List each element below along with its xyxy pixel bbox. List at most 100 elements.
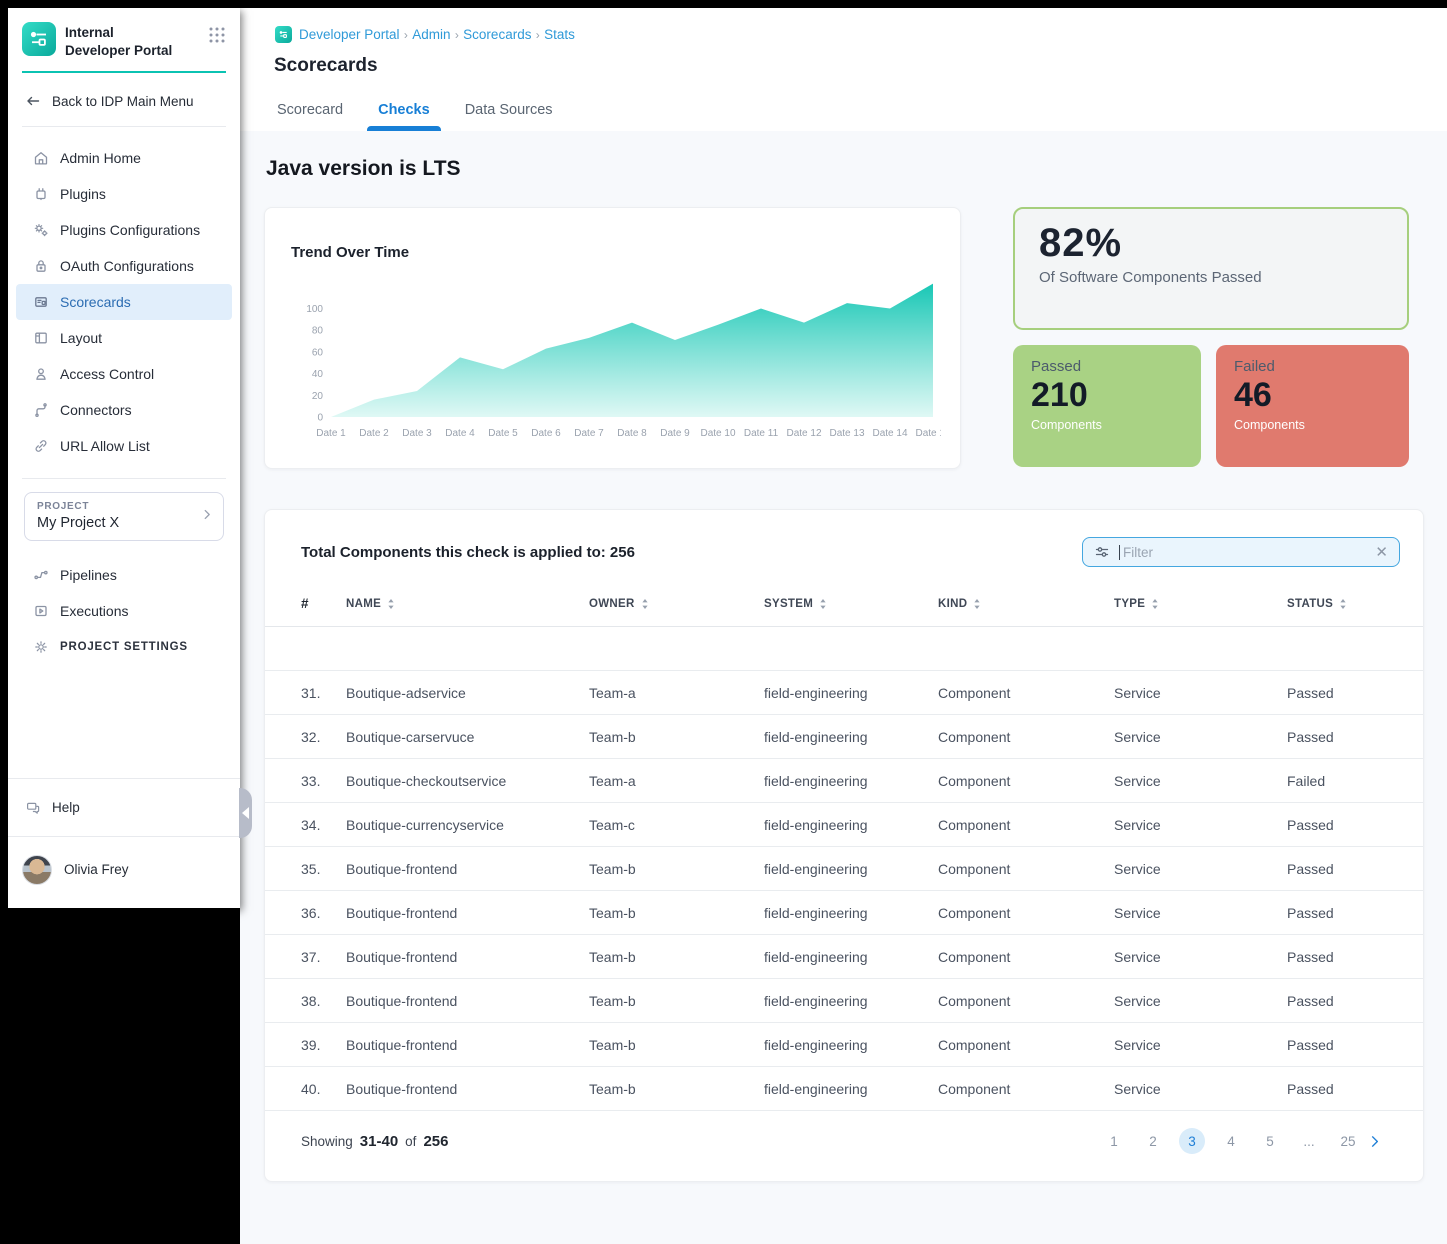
page-number[interactable]: 3 [1179,1128,1205,1154]
table-row[interactable]: 31. Boutique-adservice Team-a field-engi… [265,671,1423,715]
svg-text:60: 60 [312,347,324,358]
column-header-number[interactable]: # [301,596,346,611]
main-header: Developer Portal › Admin › Scorecards › … [240,8,1447,131]
svg-text:Date 3: Date 3 [402,428,432,439]
cell-name: Boutique-frontend [346,949,589,965]
clear-filter-icon[interactable]: ✕ [1375,545,1388,560]
sidebar-item-label: URL Allow List [60,438,150,454]
table-row[interactable] [265,627,1423,671]
sidebar-item-connectors[interactable]: Connectors [16,392,232,428]
sidebar-item-plugins-configurations[interactable]: Plugins Configurations [16,212,232,248]
cell-status: Passed [1287,993,1387,1009]
project-label: PROJECT [37,501,197,512]
column-header-status[interactable]: STATUS [1287,598,1387,610]
sidebar-item-access-control[interactable]: Access Control [16,356,232,392]
summary-cards-row: Trend Over Time 020406080100Date 1Date 2… [264,207,1447,469]
gear-icon [33,639,49,655]
cell-owner: Team-c [589,817,764,833]
svg-text:Date 6: Date 6 [531,428,561,439]
project-menu: Pipelines Executions PROJECT SETTINGS [8,541,240,665]
column-header-kind[interactable]: KIND [938,598,1114,610]
app-grid-menu-icon[interactable] [208,22,226,49]
table-row[interactable]: 34. Boutique-currencyservice Team-c fiel… [265,803,1423,847]
tab-bar: Scorecard Checks Data Sources [277,102,553,131]
developer-portal-logo-icon [275,26,292,43]
sidebar-item-label: PROJECT SETTINGS [60,641,188,653]
column-header-owner[interactable]: OWNER [589,598,764,610]
sidebar-item-label: Executions [60,603,128,619]
sidebar-item-url-allow-list[interactable]: URL Allow List [16,428,232,464]
sidebar-item-plugins[interactable]: Plugins [16,176,232,212]
user-menu[interactable]: Olivia Frey [8,836,240,908]
table-row[interactable]: 39. Boutique-frontend Team-b field-engin… [265,1023,1423,1067]
sidebar-bottom: Help Olivia Frey [8,778,240,908]
page-number[interactable]: 1 [1101,1128,1127,1154]
filter-input[interactable]: Filter ✕ [1082,537,1400,567]
sidebar-item-label: Connectors [60,402,132,418]
table-row[interactable]: 38. Boutique-frontend Team-b field-engin… [265,979,1423,1023]
sort-icon [1151,598,1159,610]
page-number[interactable]: 4 [1218,1128,1244,1154]
column-header-type[interactable]: TYPE [1114,598,1287,610]
cell-system: field-engineering [764,1081,938,1097]
cell-system: field-engineering [764,993,938,1009]
table-row[interactable]: 33. Boutique-checkoutservice Team-a fiel… [265,759,1423,803]
cell-status: Passed [1287,1081,1387,1097]
table-row[interactable]: 37. Boutique-frontend Team-b field-engin… [265,935,1423,979]
sidebar-collapse-handle[interactable] [239,788,252,838]
next-page-icon[interactable] [1361,1128,1387,1154]
svg-text:20: 20 [312,391,324,402]
breadcrumb-link[interactable]: Developer Portal [299,27,400,42]
cell-owner: Team-b [589,949,764,965]
app-title: Internal Developer Portal [65,22,172,59]
svg-text:Date 8: Date 8 [617,428,647,439]
column-header-name[interactable]: NAME [346,598,589,610]
sidebar-item-oauth-configurations[interactable]: OAuth Configurations [16,248,232,284]
breadcrumb-link[interactable]: Stats [544,27,575,42]
breadcrumb-link[interactable]: Admin [412,27,450,42]
cell-owner: Team-b [589,729,764,745]
svg-text:100: 100 [306,304,323,315]
cell-number: 40. [301,1081,346,1097]
tab-data-sources[interactable]: Data Sources [465,102,553,131]
sidebar-item-admin-home[interactable]: Admin Home [16,140,232,176]
sidebar-item-layout[interactable]: Layout [16,320,232,356]
chevron-right-icon [200,507,214,526]
cell-kind: Component [938,993,1114,1009]
cell-type: Service [1114,685,1287,701]
breadcrumb-separator: › [531,28,544,42]
svg-text:80: 80 [312,326,324,337]
page-number[interactable]: 5 [1257,1128,1283,1154]
sort-icon [973,598,981,610]
cell-number: 33. [301,773,346,789]
table-row[interactable]: 36. Boutique-frontend Team-b field-engin… [265,891,1423,935]
cell-owner: Team-a [589,685,764,701]
sidebar-item-label: Access Control [60,366,154,382]
svg-text:Date 5: Date 5 [488,428,518,439]
help-button[interactable]: Help [8,778,240,836]
sidebar-item-pipelines[interactable]: Pipelines [16,557,232,593]
table-row[interactable]: 35. Boutique-frontend Team-b field-engin… [265,847,1423,891]
sidebar-logo-row: Internal Developer Portal [8,8,240,67]
tab-scorecard[interactable]: Scorecard [277,102,343,131]
page-title: Scorecards [274,55,378,77]
breadcrumb-link[interactable]: Scorecards [463,27,531,42]
project-selector[interactable]: PROJECT My Project X [24,492,224,541]
back-to-idp-menu[interactable]: Back to IDP Main Menu [8,73,240,126]
table-row[interactable]: 40. Boutique-frontend Team-b field-engin… [265,1067,1423,1111]
column-header-system[interactable]: SYSTEM [764,598,938,610]
sidebar-item-scorecards[interactable]: Scorecards [16,284,232,320]
page-number[interactable]: 2 [1140,1128,1166,1154]
tab-checks[interactable]: Checks [378,102,430,131]
sidebar-item-label: Layout [60,330,102,346]
percent-passed-value: 82% [1039,221,1383,266]
page-number[interactable]: 25 [1335,1128,1361,1154]
cell-number: 32. [301,729,346,745]
content: Java version is LTS Trend Over Time 0204… [240,131,1447,1244]
check-title: Java version is LTS [266,157,1447,181]
table-row[interactable]: 32. Boutique-carservuce Team-b field-eng… [265,715,1423,759]
svg-text:Date 2: Date 2 [359,428,389,439]
sidebar-item-executions[interactable]: Executions [16,593,232,629]
cell-system: field-engineering [764,773,938,789]
sidebar-item-project-settings[interactable]: PROJECT SETTINGS [16,629,232,665]
